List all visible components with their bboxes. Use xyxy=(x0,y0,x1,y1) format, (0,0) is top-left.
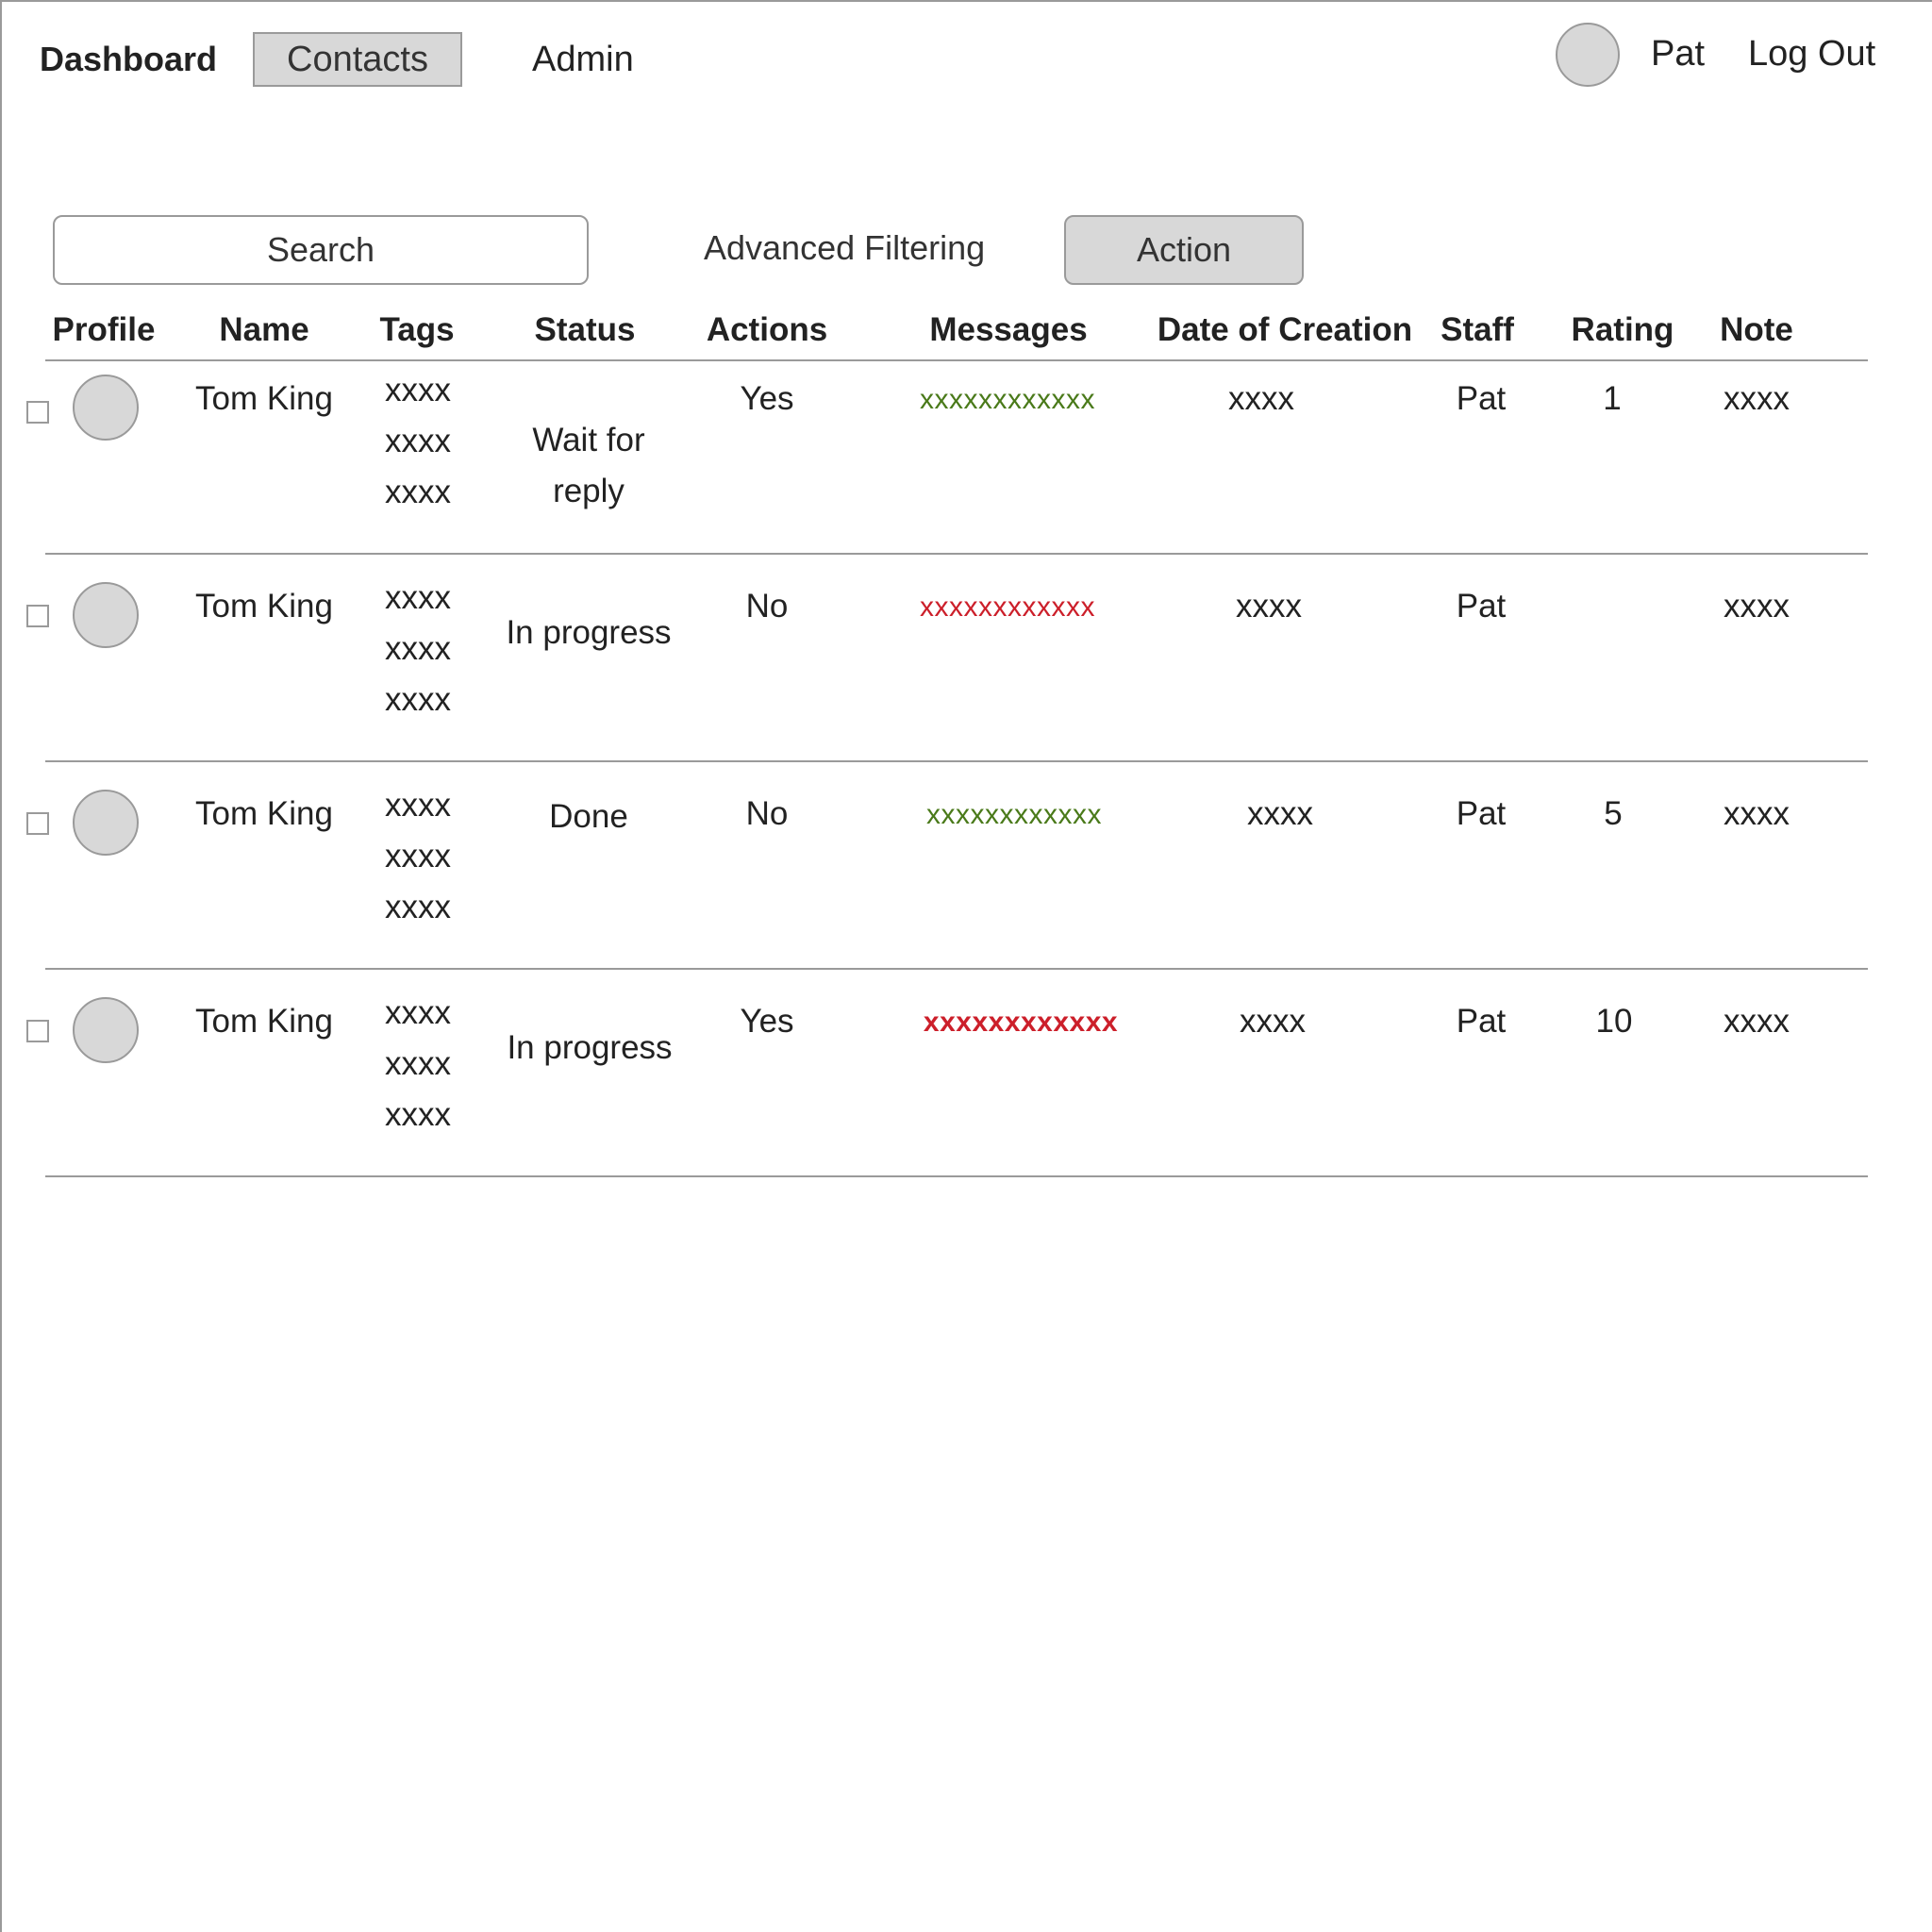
tag: xxxx xyxy=(385,787,451,824)
cell-date-of-creation: xxxx xyxy=(1247,795,1313,832)
column-header-profile[interactable]: Profile xyxy=(53,311,156,349)
tag: xxxx xyxy=(385,579,451,616)
user-avatar[interactable] xyxy=(1556,23,1620,87)
row-checkbox[interactable] xyxy=(26,401,49,424)
cell-note: xxxx xyxy=(1724,795,1790,832)
cell-date-of-creation: xxxx xyxy=(1240,1003,1306,1040)
cell-actions: Yes xyxy=(740,380,794,417)
tag: xxxx xyxy=(385,423,451,459)
cell-tags: xxxx xxxx xxxx xyxy=(385,573,451,725)
row-divider xyxy=(45,553,1868,555)
cell-staff: Pat xyxy=(1456,795,1507,832)
column-header-tags[interactable]: Tags xyxy=(379,311,454,349)
cell-staff: Pat xyxy=(1456,1003,1507,1040)
avatar[interactable] xyxy=(73,582,139,648)
cell-date-of-creation: xxxx xyxy=(1236,588,1302,625)
avatar[interactable] xyxy=(73,997,139,1063)
cell-name: Tom King xyxy=(195,795,333,832)
column-header-staff[interactable]: Staff xyxy=(1441,311,1514,349)
nav-admin[interactable]: Admin xyxy=(532,40,634,80)
cell-staff: Pat xyxy=(1456,588,1507,625)
cell-actions: No xyxy=(745,588,789,625)
nav-dashboard[interactable]: Dashboard xyxy=(40,40,217,79)
cell-date-of-creation: xxxx xyxy=(1228,380,1294,417)
cell-status: In progress xyxy=(507,1029,673,1066)
cell-rating: 10 xyxy=(1595,1003,1633,1040)
cell-name: Tom King xyxy=(195,1003,333,1040)
row-checkbox[interactable] xyxy=(26,605,49,627)
row-divider xyxy=(45,968,1868,970)
avatar[interactable] xyxy=(73,375,139,441)
row-divider xyxy=(45,760,1868,762)
cell-messages[interactable]: xxxxxxxxxxxx xyxy=(924,1007,1118,1039)
column-header-messages[interactable]: Messages xyxy=(929,311,1087,349)
cell-messages[interactable]: xxxxxxxxxxxx xyxy=(920,384,1095,416)
cell-tags: xxxx xxxx xxxx xyxy=(385,780,451,933)
table-row: Tom King xxxx xxxx xxxx In progress Yes … xyxy=(0,984,1932,1191)
search-input[interactable] xyxy=(53,215,589,285)
tag: xxxx xyxy=(385,1045,451,1082)
cell-name: Tom King xyxy=(195,380,333,417)
cell-rating: 5 xyxy=(1604,795,1623,832)
tag: xxxx xyxy=(385,994,451,1031)
tag: xxxx xyxy=(385,838,451,874)
cell-tags: xxxx xxxx xxxx xyxy=(385,988,451,1141)
cell-status: Wait for reply xyxy=(532,422,645,509)
row-checkbox[interactable] xyxy=(26,1020,49,1042)
column-header-name[interactable]: Name xyxy=(219,311,308,349)
user-name: Pat xyxy=(1651,34,1706,74)
cell-tags: xxxx xxxx xxxx xyxy=(385,365,451,518)
cell-name: Tom King xyxy=(195,588,333,625)
table-row: Tom King xxxx xxxx xxxx Done No xxxxxxxx… xyxy=(0,776,1932,984)
cell-actions: Yes xyxy=(740,1003,794,1040)
cell-actions: No xyxy=(745,795,789,832)
logout-link[interactable]: Log Out xyxy=(1748,34,1875,75)
column-header-actions[interactable]: Actions xyxy=(707,311,827,349)
table-row: Tom King xxxx xxxx xxxx Wait for reply Y… xyxy=(0,361,1932,569)
tag: xxxx xyxy=(385,681,451,718)
tag: xxxx xyxy=(385,630,451,667)
cell-note: xxxx xyxy=(1724,380,1790,417)
column-header-status[interactable]: Status xyxy=(535,311,636,349)
cell-status: Done xyxy=(549,798,628,835)
advanced-filtering-link[interactable]: Advanced Filtering xyxy=(704,228,985,268)
cell-rating: 1 xyxy=(1603,380,1622,417)
action-button[interactable]: Action xyxy=(1064,215,1304,285)
tag: xxxx xyxy=(385,372,451,408)
cell-status: In progress xyxy=(506,614,672,651)
cell-note: xxxx xyxy=(1724,1003,1790,1040)
cell-staff: Pat xyxy=(1456,380,1507,417)
nav-contacts[interactable]: Contacts xyxy=(253,32,462,87)
row-checkbox[interactable] xyxy=(26,812,49,835)
cell-messages[interactable]: xxxxxxxxxxxx xyxy=(920,591,1095,624)
cell-note: xxxx xyxy=(1724,588,1790,625)
tag: xxxx xyxy=(385,474,451,510)
avatar[interactable] xyxy=(73,790,139,856)
row-divider xyxy=(45,1175,1868,1177)
column-header-note[interactable]: Note xyxy=(1720,311,1793,349)
tag: xxxx xyxy=(385,1096,451,1133)
cell-messages[interactable]: xxxxxxxxxxxx xyxy=(926,799,1102,831)
column-header-rating[interactable]: Rating xyxy=(1572,311,1674,349)
column-header-date-of-creation[interactable]: Date of Creation xyxy=(1158,311,1412,349)
table-row: Tom King xxxx xxxx xxxx In progress No x… xyxy=(0,569,1932,776)
tag: xxxx xyxy=(385,889,451,925)
